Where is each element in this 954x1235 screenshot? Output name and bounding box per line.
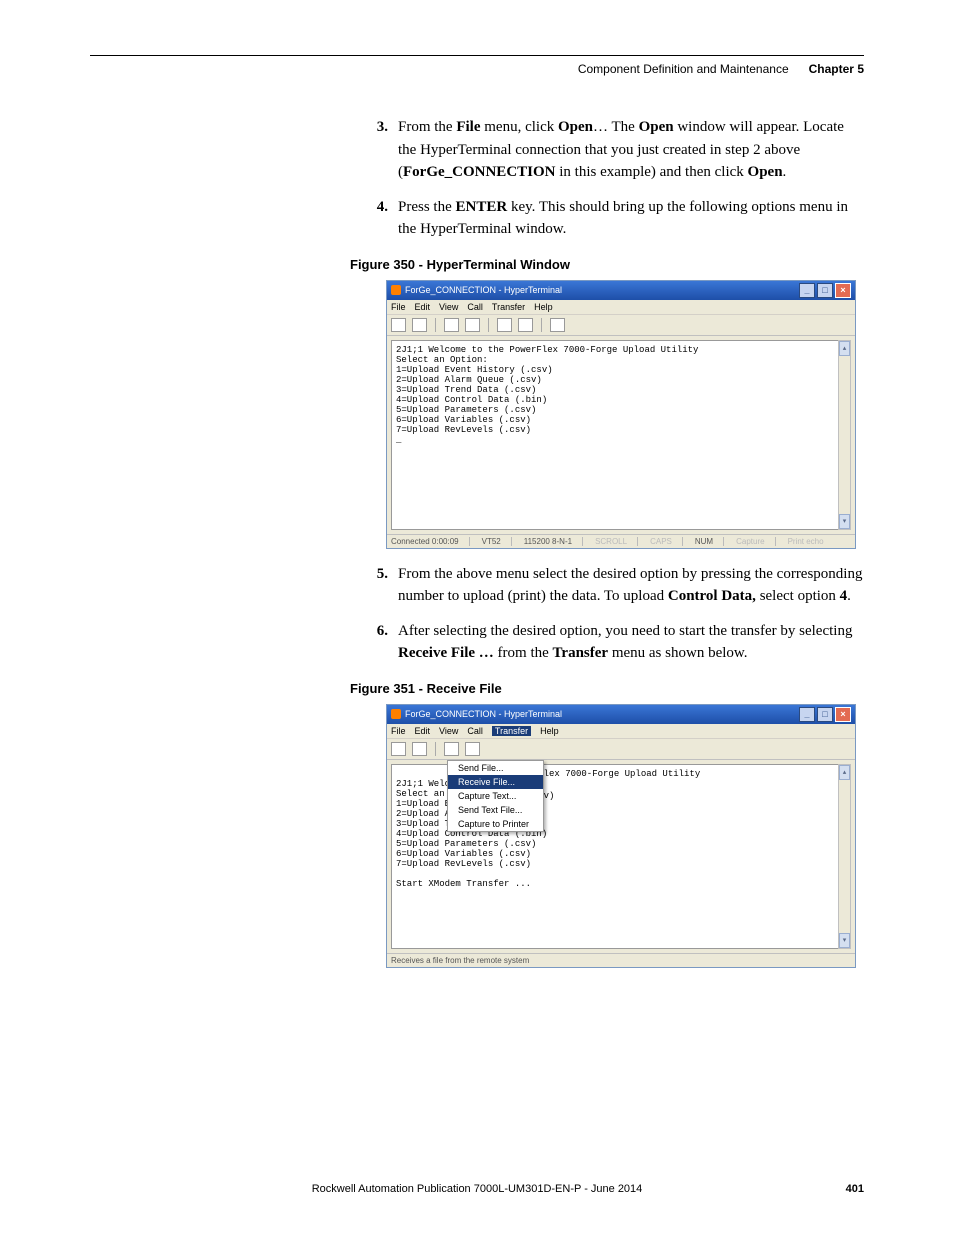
step-4-text: Press the ENTER key. This should bring u… xyxy=(398,196,864,241)
page-footer: Rockwell Automation Publication 7000L-UM… xyxy=(90,1183,864,1195)
toolbar xyxy=(387,315,855,336)
dropdown-capture-text[interactable]: Capture Text... xyxy=(448,789,543,803)
menu-transfer[interactable]: Transfer xyxy=(492,302,525,312)
status-num: NUM xyxy=(695,537,724,546)
menu-help[interactable]: Help xyxy=(534,302,553,312)
menu-call[interactable]: Call xyxy=(467,726,483,736)
step-5-number: 5. xyxy=(370,563,388,608)
dropdown-send-text-file[interactable]: Send Text File... xyxy=(448,803,543,817)
status-print: Print echo xyxy=(788,537,834,546)
toolbar-receive-icon[interactable] xyxy=(518,318,533,332)
vertical-scrollbar[interactable]: ▴ ▾ xyxy=(838,340,851,530)
step-3-number: 3. xyxy=(370,116,388,184)
maximize-button[interactable]: □ xyxy=(817,707,833,722)
maximize-button[interactable]: □ xyxy=(817,283,833,298)
toolbar-connect-icon[interactable] xyxy=(444,742,459,756)
scroll-down-icon[interactable]: ▾ xyxy=(839,933,850,948)
footer-publication: Rockwell Automation Publication 7000L-UM… xyxy=(90,1183,864,1195)
figure-350-caption: Figure 350 - HyperTerminal Window xyxy=(350,257,864,272)
toolbar-properties-icon[interactable] xyxy=(550,318,565,332)
dropdown-capture-printer[interactable]: Capture to Printer xyxy=(448,817,543,831)
titlebar: ForGe_CONNECTION - HyperTerminal _ □ × xyxy=(387,281,855,300)
toolbar-separator xyxy=(488,318,489,332)
step-6: 6. After selecting the desired option, y… xyxy=(370,620,864,665)
menu-edit[interactable]: Edit xyxy=(415,302,431,312)
scroll-up-icon[interactable]: ▴ xyxy=(839,341,850,356)
close-button[interactable]: × xyxy=(835,707,851,722)
menu-file[interactable]: File xyxy=(391,302,406,312)
step-3: 3. From the File menu, click Open… The O… xyxy=(370,116,864,184)
footer-page-number: 401 xyxy=(846,1183,864,1195)
toolbar-disconnect-icon[interactable] xyxy=(465,742,480,756)
figure-351-screenshot: ForGe_CONNECTION - HyperTerminal _ □ × F… xyxy=(386,704,856,968)
step-3-text: From the File menu, click Open… The Open… xyxy=(398,116,864,184)
dropdown-send-file[interactable]: Send File... xyxy=(448,761,543,775)
toolbar-open-icon[interactable] xyxy=(412,318,427,332)
status-capture: Capture xyxy=(736,537,775,546)
status-protocol: VT52 xyxy=(482,537,512,546)
menu-view[interactable]: View xyxy=(439,726,458,736)
menu-view[interactable]: View xyxy=(439,302,458,312)
window-title: ForGe_CONNECTION - HyperTerminal xyxy=(405,285,562,295)
page-header: Component Definition and Maintenance Cha… xyxy=(90,62,864,76)
dropdown-receive-file[interactable]: Receive File... xyxy=(448,775,543,789)
step-4: 4. Press the ENTER key. This should brin… xyxy=(370,196,864,241)
toolbar xyxy=(387,739,855,760)
menubar: File Edit View Call Transfer Help xyxy=(387,300,855,315)
toolbar-send-icon[interactable] xyxy=(497,318,512,332)
toolbar-new-icon[interactable] xyxy=(391,742,406,756)
toolbar-disconnect-icon[interactable] xyxy=(465,318,480,332)
status-connected: Connected 0:00:09 xyxy=(391,537,470,546)
step-4-number: 4. xyxy=(370,196,388,241)
transfer-dropdown: Send File... Receive File... Capture Tex… xyxy=(447,760,544,832)
status-params: 115200 8-N-1 xyxy=(524,537,583,546)
step-5-text: From the above menu select the desired o… xyxy=(398,563,864,608)
menubar: File Edit View Call Transfer Help xyxy=(387,724,855,739)
minimize-button[interactable]: _ xyxy=(799,707,815,722)
minimize-button[interactable]: _ xyxy=(799,283,815,298)
titlebar: ForGe_CONNECTION - HyperTerminal _ □ × xyxy=(387,705,855,724)
terminal-output[interactable]: 2J1;1 Welcome to the PowerFlex 7000-Forg… xyxy=(391,340,851,530)
menu-edit[interactable]: Edit xyxy=(415,726,431,736)
header-title: Component Definition and Maintenance xyxy=(578,62,789,76)
menu-transfer[interactable]: Transfer xyxy=(492,726,531,736)
status-caps: CAPS xyxy=(650,537,683,546)
scroll-down-icon[interactable]: ▾ xyxy=(839,514,850,529)
app-icon xyxy=(391,709,401,719)
step-6-number: 6. xyxy=(370,620,388,665)
vertical-scrollbar[interactable]: ▴ ▾ xyxy=(838,764,851,949)
status-scroll: SCROLL xyxy=(595,537,638,546)
window-title: ForGe_CONNECTION - HyperTerminal xyxy=(405,709,562,719)
menu-call[interactable]: Call xyxy=(467,302,483,312)
figure-351-caption: Figure 351 - Receive File xyxy=(350,681,864,696)
statusbar: Receives a file from the remote system xyxy=(387,953,855,967)
step-6-text: After selecting the desired option, you … xyxy=(398,620,864,665)
menu-file[interactable]: File xyxy=(391,726,406,736)
statusbar: Connected 0:00:09 VT52 115200 8-N-1 SCRO… xyxy=(387,534,855,548)
app-icon xyxy=(391,285,401,295)
step-5: 5. From the above menu select the desire… xyxy=(370,563,864,608)
toolbar-separator xyxy=(541,318,542,332)
scroll-up-icon[interactable]: ▴ xyxy=(839,765,850,780)
toolbar-separator xyxy=(435,742,436,756)
close-button[interactable]: × xyxy=(835,283,851,298)
toolbar-separator xyxy=(435,318,436,332)
menu-help[interactable]: Help xyxy=(540,726,559,736)
figure-350-screenshot: ForGe_CONNECTION - HyperTerminal _ □ × F… xyxy=(386,280,856,549)
toolbar-new-icon[interactable] xyxy=(391,318,406,332)
toolbar-open-icon[interactable] xyxy=(412,742,427,756)
toolbar-connect-icon[interactable] xyxy=(444,318,459,332)
header-chapter: Chapter 5 xyxy=(809,62,864,76)
